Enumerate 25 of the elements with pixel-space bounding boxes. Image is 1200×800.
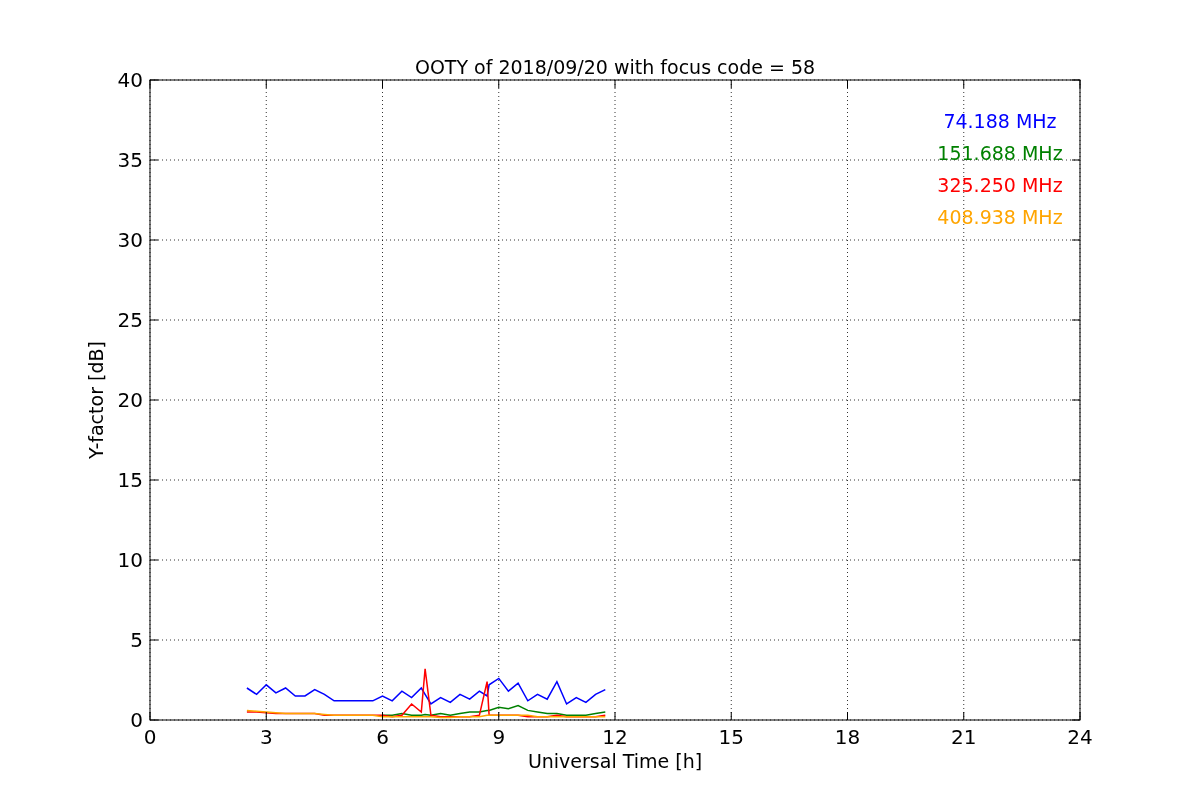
axis-label: Universal Time [h] bbox=[527, 750, 703, 772]
tick-label: 21 bbox=[951, 725, 977, 749]
tick-label: 6 bbox=[376, 725, 389, 749]
tick-label: 24 bbox=[1067, 725, 1093, 749]
tick-label: 35 bbox=[117, 148, 143, 172]
tick-label: 15 bbox=[117, 468, 143, 492]
tick-label: 9 bbox=[492, 725, 506, 749]
axis-label: Y-factor [dB] bbox=[85, 341, 107, 459]
chart-title: OOTY of 2018/09/20 with focus code = 58 bbox=[414, 56, 816, 78]
legend-label: 325.250 MHz bbox=[937, 174, 1063, 196]
tick-label: 20 bbox=[117, 388, 143, 412]
tick-label: 0 bbox=[143, 725, 157, 749]
tick-label: 0 bbox=[130, 708, 143, 732]
tick-label: 25 bbox=[117, 308, 143, 332]
tick-label: 30 bbox=[117, 228, 143, 252]
tick-label: 15 bbox=[718, 725, 744, 749]
legend-label: 151.688 MHz bbox=[937, 142, 1063, 164]
tick-label: 40 bbox=[117, 68, 143, 92]
legend-label: 74.188 MHz bbox=[943, 110, 1057, 132]
tick-label: 18 bbox=[834, 725, 861, 749]
tick-label: 3 bbox=[259, 725, 273, 749]
tick-label: 5 bbox=[130, 628, 143, 652]
tick-label: 10 bbox=[117, 548, 143, 572]
legend-label: 408.938 MHz bbox=[937, 206, 1063, 228]
tick-label: 12 bbox=[602, 725, 628, 749]
